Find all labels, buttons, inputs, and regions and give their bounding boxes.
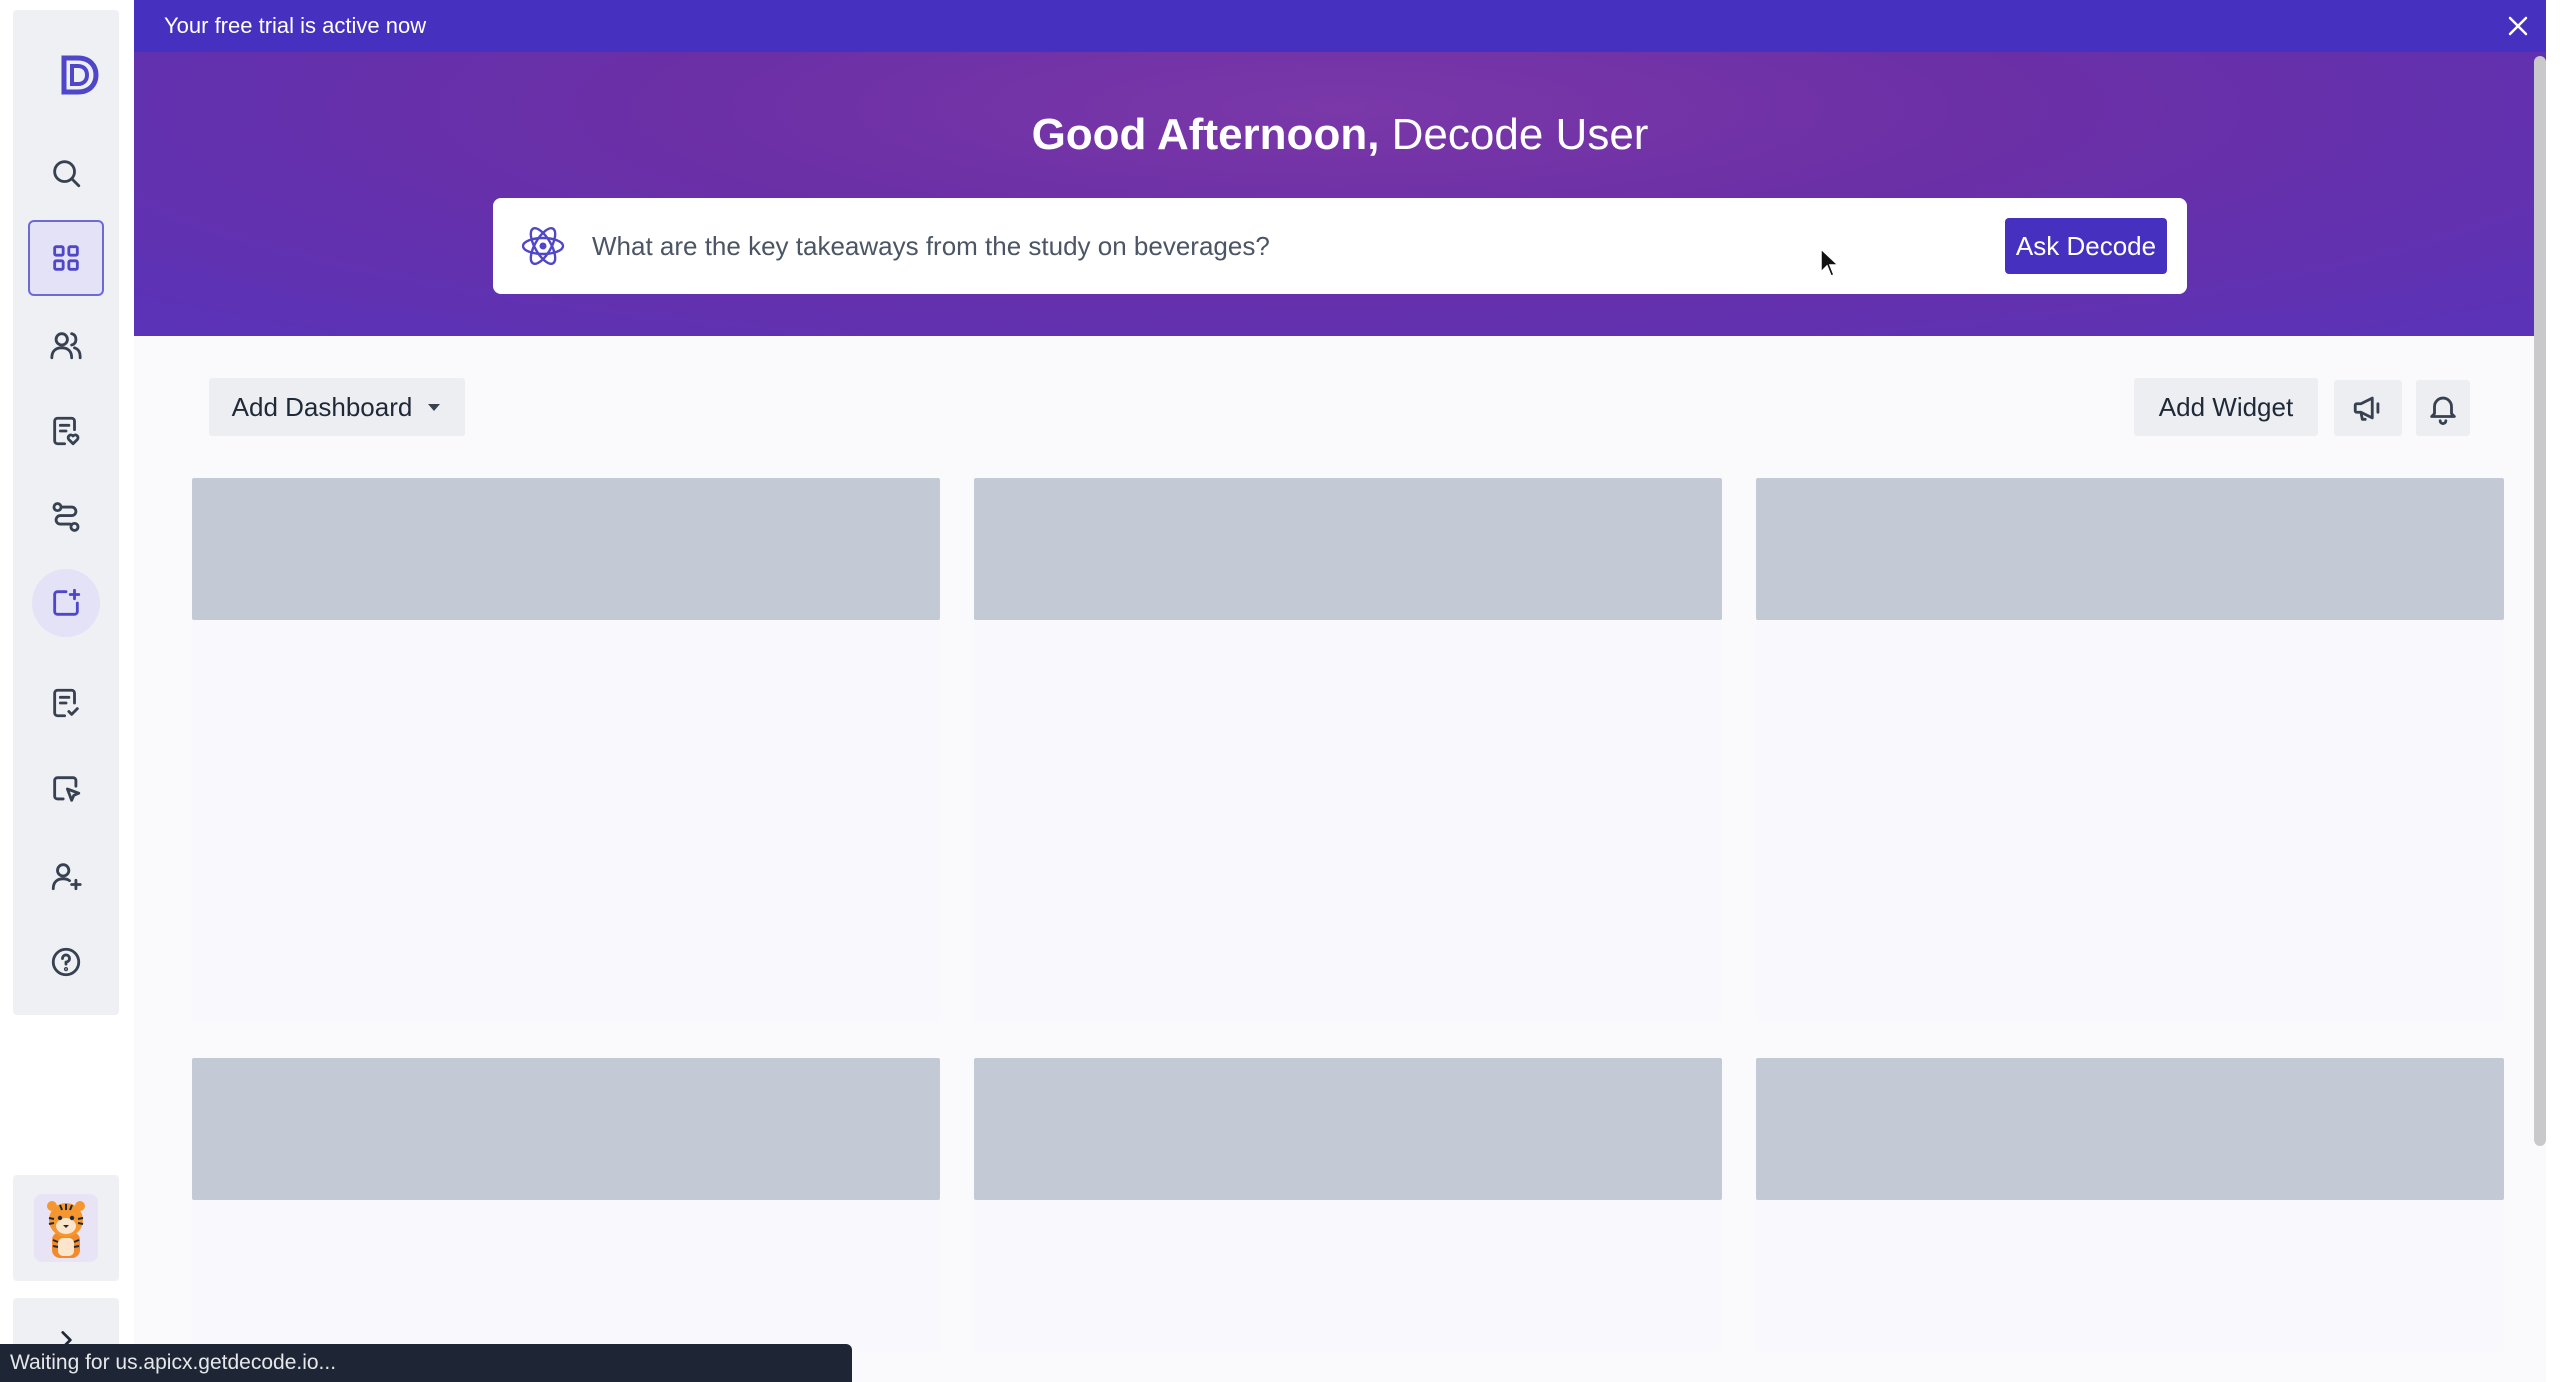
sidebar-item-journeys[interactable] [28, 479, 104, 555]
hero-section: Good Afternoon, Decode User What are the… [134, 52, 2546, 336]
add-dashboard-button[interactable]: Add Dashboard [209, 378, 465, 436]
widget-card-placeholder [192, 1058, 940, 1353]
avatar [34, 1194, 98, 1262]
trial-banner-text: Your free trial is active now [164, 13, 427, 38]
help-circle-icon [51, 947, 81, 977]
sidebar-item-dashboard[interactable] [28, 220, 104, 296]
trial-banner: Your free trial is active now [134, 0, 2546, 52]
megaphone-icon [2353, 396, 2380, 421]
skeleton-header [974, 1058, 1722, 1200]
browser-status-bar: Waiting for us.apicx.getdecode.io... [0, 1344, 852, 1382]
close-icon [2508, 16, 2528, 36]
greeting: Good Afternoon, Decode User [134, 110, 2546, 160]
search-icon [53, 160, 81, 188]
skeleton-header [1756, 478, 2504, 620]
sidebar-item-invite[interactable] [28, 838, 104, 914]
mouse-cursor-icon [1820, 248, 1840, 277]
widget-card-placeholder [1756, 478, 2504, 1022]
sidebar-item-search[interactable] [28, 135, 104, 211]
sidebar-item-interactions[interactable] [28, 751, 104, 827]
add-square-icon [53, 588, 81, 616]
atom-icon [521, 227, 565, 265]
grid-icon [53, 245, 79, 271]
sidebar-item-create[interactable] [32, 569, 100, 637]
skeleton-header [192, 1058, 940, 1200]
pointer-icon [53, 776, 81, 802]
notifications-button[interactable] [2416, 380, 2470, 436]
add-widget-label: Add Widget [2158, 391, 2294, 422]
scrollbar[interactable] [2534, 56, 2546, 1146]
tiger-avatar-icon [47, 1201, 85, 1258]
user-avatar-button[interactable] [13, 1175, 119, 1281]
greeting-user-name: Decode User [1391, 110, 1649, 159]
widget-card-placeholder [974, 1058, 1722, 1353]
skeleton-header [974, 478, 1722, 620]
decode-logo[interactable] [50, 46, 108, 104]
sidebar-item-reports[interactable] [28, 393, 104, 469]
greeting-text: Good Afternoon, [1031, 110, 1380, 159]
skeleton-header [192, 478, 940, 620]
announcements-button[interactable] [2334, 380, 2402, 436]
sidebar-item-tasks[interactable] [28, 665, 104, 741]
status-text: Waiting for us.apicx.getdecode.io... [10, 1351, 337, 1374]
sidebar-item-users[interactable] [28, 307, 104, 383]
user-plus-icon [51, 863, 82, 891]
add-widget-button[interactable]: Add Widget [2134, 378, 2318, 436]
bell-icon [2430, 396, 2456, 425]
sidebar-item-help[interactable] [28, 924, 104, 1000]
clipboard-check-icon [53, 688, 79, 718]
widget-card-placeholder [192, 478, 940, 1022]
add-dashboard-label: Add Dashboard [231, 391, 413, 422]
ask-decode-input[interactable]: What are the key takeaways from the stud… [592, 198, 1270, 294]
document-heart-icon [53, 416, 80, 446]
widget-card-placeholder [974, 478, 1722, 1022]
sidebar [13, 10, 119, 1015]
ask-decode-button[interactable]: Ask Decode [2005, 218, 2167, 274]
skeleton-header [1756, 1058, 2504, 1200]
users-icon [50, 332, 82, 360]
ask-decode-bar: What are the key takeaways from the stud… [493, 198, 2187, 294]
main-content: Your free trial is active now Good After… [134, 0, 2546, 1382]
caret-down-icon [428, 404, 441, 411]
route-icon [52, 502, 80, 532]
widget-card-placeholder [1756, 1058, 2504, 1353]
trial-banner-close-button[interactable] [2502, 10, 2534, 42]
